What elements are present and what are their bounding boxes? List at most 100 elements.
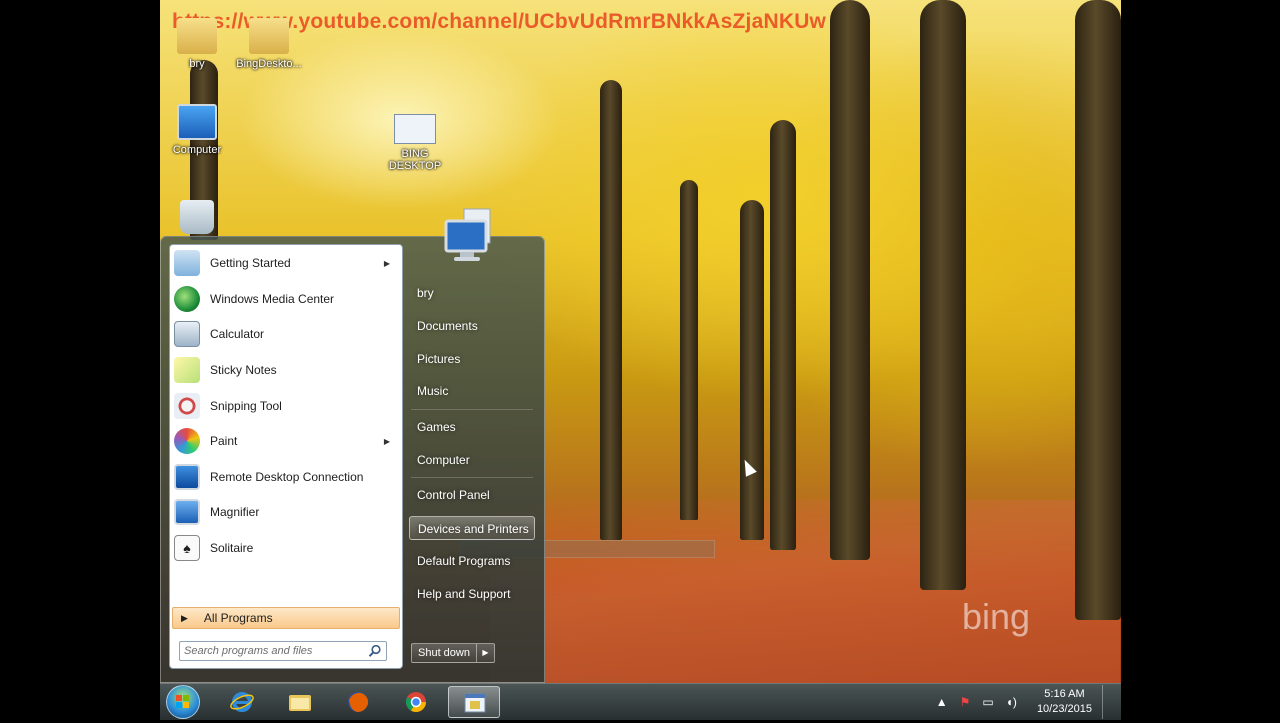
- remote-desktop-icon: [174, 464, 200, 490]
- action-center-flag-icon[interactable]: ⚑: [960, 695, 971, 709]
- desktop[interactable]: https://www.youtube.com/channel/UCbvUdRm…: [160, 0, 1121, 683]
- user-folder-icon: [177, 18, 217, 54]
- program-label: Magnifier: [210, 505, 260, 519]
- program-label: Paint: [210, 434, 238, 448]
- desktop-icon-label: BingDeskto...: [236, 58, 302, 70]
- window-icon: [394, 114, 436, 144]
- right-item-devices-and-printers[interactable]: Devices and Printers: [409, 516, 535, 540]
- right-item-pictures[interactable]: Pictures: [409, 347, 535, 371]
- program-windows-media-center[interactable]: Windows Media Center: [172, 282, 400, 316]
- recycle-bin-icon: [180, 200, 214, 234]
- desktop-icon-recycle-bin[interactable]: [160, 200, 234, 238]
- computer-icon: [444, 208, 491, 261]
- magnifier-icon: [174, 499, 200, 525]
- letterbox-right: [1121, 0, 1280, 720]
- desktop-icon-bingdesktop[interactable]: BingDeskto...: [232, 18, 306, 70]
- taskbar: ▲ ⚑ ▭ ◖) 5:16 AM 10/23/2015: [160, 683, 1121, 720]
- snipping-tool-icon: [174, 393, 200, 419]
- submenu-arrow-icon: ▶: [383, 436, 390, 446]
- wallpaper-tree: [830, 0, 870, 560]
- programs-pane: Getting Started ▶ Windows Media Center C…: [169, 244, 403, 669]
- right-item-documents[interactable]: Documents: [409, 314, 535, 338]
- separator: [411, 409, 533, 410]
- show-desktop-button[interactable]: [1102, 685, 1113, 719]
- program-label: Calculator: [210, 327, 265, 341]
- start-menu: Getting Started ▶ Windows Media Center C…: [160, 208, 545, 683]
- program-label: Getting Started: [210, 256, 291, 270]
- expand-arrow-icon: ▶: [181, 612, 188, 623]
- system-tray: ▲ ⚑ ▭ ◖) 5:16 AM 10/23/2015: [930, 684, 1113, 720]
- windows-logo-icon: [176, 695, 189, 708]
- taskbar-firefox[interactable]: [332, 686, 384, 718]
- program-getting-started[interactable]: Getting Started ▶: [172, 246, 400, 280]
- program-label: Snipping Tool: [210, 399, 282, 413]
- network-icon[interactable]: ▭: [982, 695, 993, 709]
- paint-icon: [174, 428, 200, 454]
- search-box[interactable]: [179, 641, 387, 661]
- start-button[interactable]: [166, 685, 200, 719]
- shutdown-button[interactable]: Shut down: [411, 643, 477, 663]
- program-label: Windows Media Center: [210, 292, 335, 306]
- right-item-default-programs[interactable]: Default Programs: [409, 549, 535, 573]
- desktop-icon-label: Computer: [172, 144, 222, 156]
- bing-logo: bing: [962, 596, 1031, 637]
- sticky-notes-icon: [174, 357, 200, 383]
- clock[interactable]: 5:16 AM 10/23/2015: [1037, 687, 1092, 717]
- shutdown-options-arrow-icon[interactable]: ▶: [476, 643, 495, 663]
- right-item-control-panel[interactable]: Control Panel: [409, 483, 535, 507]
- search-icon[interactable]: [368, 644, 382, 658]
- all-programs-button[interactable]: ▶ All Programs: [172, 607, 400, 629]
- wallpaper-tree: [1075, 0, 1121, 620]
- wallpaper-tree: [600, 80, 622, 540]
- separator: [411, 477, 533, 478]
- program-remote-desktop[interactable]: Remote Desktop Connection: [172, 460, 400, 494]
- desktop-icon-computer[interactable]: Computer: [160, 104, 234, 156]
- show-hidden-icons-icon[interactable]: ▲: [936, 695, 948, 709]
- program-label: Solitaire: [210, 541, 254, 555]
- program-snipping-tool[interactable]: Snipping Tool: [172, 389, 400, 423]
- program-label: Sticky Notes: [210, 363, 277, 377]
- clock-date: 10/23/2015: [1036, 703, 1092, 715]
- right-item-computer[interactable]: Computer: [409, 448, 535, 472]
- program-calculator[interactable]: Calculator: [172, 317, 400, 351]
- computer-icon: [177, 104, 217, 140]
- wallpaper-path: [490, 500, 1120, 683]
- program-solitaire[interactable]: ♠ Solitaire: [172, 531, 400, 565]
- taskbar-chrome[interactable]: [390, 686, 442, 718]
- taskbar-internet-explorer[interactable]: [216, 686, 268, 718]
- wallpaper-tree: [740, 200, 764, 540]
- shutdown-group: Shut down ▶: [411, 643, 495, 663]
- taskbar-bing-desktop[interactable]: [448, 686, 500, 718]
- search-input[interactable]: [184, 644, 364, 658]
- right-item-help-and-support[interactable]: Help and Support: [409, 582, 535, 606]
- desktop-icon-label: BING DESKTOP: [388, 148, 442, 172]
- volume-icon[interactable]: ◖): [1006, 695, 1017, 709]
- program-magnifier[interactable]: Magnifier: [172, 495, 400, 529]
- media-center-icon: [174, 286, 200, 312]
- right-item-games[interactable]: Games: [409, 415, 535, 439]
- playing-card-icon: ♠: [174, 535, 200, 561]
- right-item-music[interactable]: Music: [409, 379, 535, 403]
- getting-started-icon: [174, 250, 200, 276]
- user-picture[interactable]: [442, 205, 506, 269]
- letterbox-left: [0, 0, 160, 720]
- submenu-arrow-icon: ▶: [383, 258, 390, 268]
- folder-icon: [289, 695, 311, 711]
- desktop-icon-label: bry: [189, 58, 205, 70]
- clock-time: 5:16 AM: [1044, 688, 1085, 700]
- desktop-icon-bry[interactable]: bry: [160, 18, 234, 70]
- wallpaper-tree: [680, 180, 698, 520]
- desktop-icon-bing-desktop[interactable]: BING DESKTOP: [378, 114, 452, 172]
- right-item-user-folder[interactable]: bry: [409, 281, 535, 305]
- firefox-icon: [348, 692, 369, 712]
- wallpaper-tree: [920, 0, 966, 590]
- program-label: Remote Desktop Connection: [210, 470, 364, 484]
- taskbar-file-explorer[interactable]: [274, 686, 326, 718]
- wallpaper-tree: [770, 120, 796, 550]
- internet-explorer-icon: [230, 692, 254, 712]
- all-programs-label: All Programs: [203, 611, 273, 625]
- chrome-icon: [405, 692, 426, 712]
- program-paint[interactable]: Paint ▶: [172, 424, 400, 458]
- calculator-icon: [174, 321, 200, 347]
- program-sticky-notes[interactable]: Sticky Notes: [172, 353, 400, 387]
